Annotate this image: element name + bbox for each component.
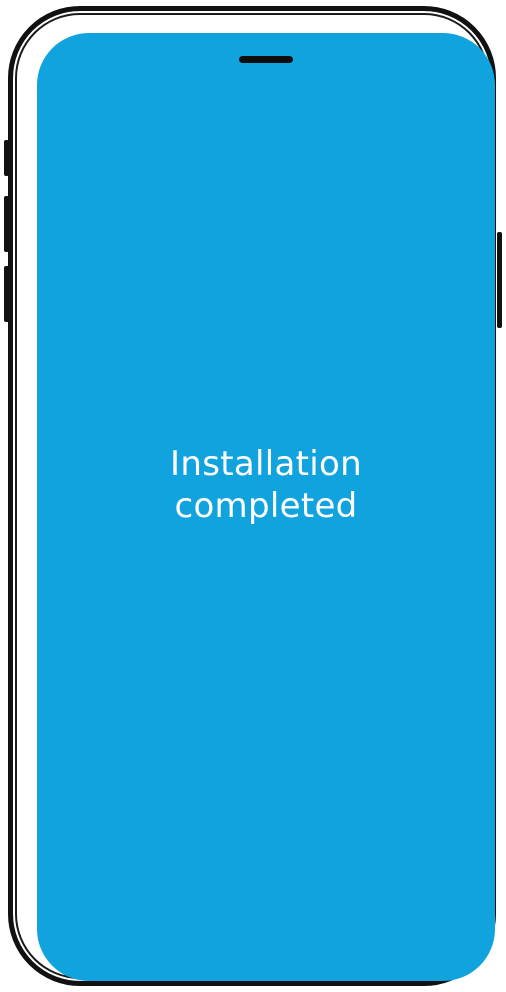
screen: Installation completed — [37, 33, 495, 981]
speaker-grille — [239, 56, 293, 63]
silent-switch — [4, 140, 9, 176]
message-line-1: Installation — [170, 444, 362, 484]
message-line-2: completed — [174, 486, 358, 526]
installation-message: Installation completed — [37, 443, 495, 527]
phone-frame: Installation completed — [8, 6, 496, 986]
volume-up-button — [4, 196, 9, 252]
volume-down-button — [4, 266, 9, 322]
power-button — [497, 232, 502, 328]
